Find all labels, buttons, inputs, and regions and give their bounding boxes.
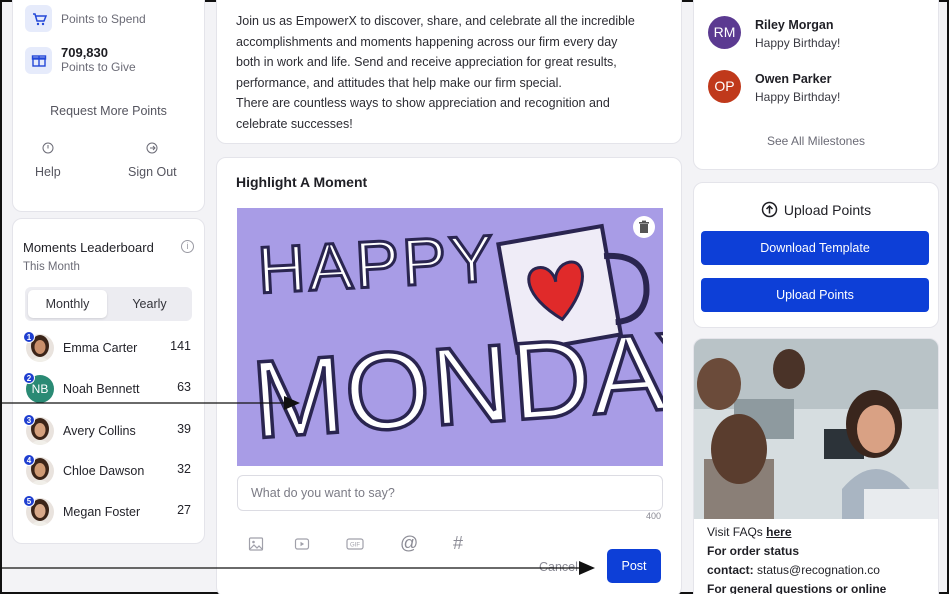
happy-monday-image: HAPPY MONDAY xyxy=(237,208,663,466)
gif-label: GIF xyxy=(350,543,360,549)
points-to-spend-label: Points to Spend xyxy=(61,11,146,26)
highlight-moment-card: Highlight A Moment HAPPY MONDAY What do … xyxy=(216,157,682,594)
welcome-line: both in work and life. Send and receive … xyxy=(236,55,617,69)
download-template-button[interactable]: Download Template xyxy=(701,231,929,265)
contact-email[interactable]: status@recognation.co xyxy=(757,563,880,577)
support-agent-photo xyxy=(694,339,938,519)
leaderboard-name: Avery Collins xyxy=(63,424,136,438)
annotation-arrow xyxy=(2,396,300,410)
request-more-points-link[interactable]: Request More Points xyxy=(13,104,204,118)
gift-icon xyxy=(25,46,52,74)
welcome-card: Join us as EmpowerX to discover, share, … xyxy=(216,0,682,144)
rank-badge: 1 xyxy=(23,331,35,343)
leaderboard-name: Chloe Dawson xyxy=(63,464,145,478)
happy-monday-art: HAPPY MONDAY xyxy=(246,219,663,464)
welcome-line: accomplishments and moments happening ac… xyxy=(236,34,618,49)
upload-points-button[interactable]: Upload Points xyxy=(701,278,929,312)
leaderboard-title: Moments Leaderboard xyxy=(23,240,154,255)
points-to-spend-row: Points to Spend xyxy=(25,5,146,32)
welcome-line: Join us as EmpowerX to discover, share, … xyxy=(236,14,635,28)
leaderboard-row[interactable]: 5 Megan Foster 27 xyxy=(23,495,198,530)
leaderboard-row[interactable]: 1 Emma Carter 141 xyxy=(23,331,198,366)
welcome-line: celebrate successes! xyxy=(236,116,353,131)
sign-out-label: Sign Out xyxy=(128,165,177,179)
message-input[interactable]: What do you want to say? xyxy=(237,475,663,511)
leaderboard-row[interactable]: 4 Chloe Dawson 32 xyxy=(23,454,198,489)
rank-badge: 5 xyxy=(23,495,35,507)
mention-icon[interactable]: @ xyxy=(400,533,418,554)
leaderboard-name: Emma Carter xyxy=(63,341,138,355)
tab-yearly[interactable]: Yearly xyxy=(110,290,189,318)
milestone-message: Happy Birthday! xyxy=(755,36,841,50)
upload-icon xyxy=(761,201,778,218)
milestones-card: RM Riley Morgan Happy Birthday! OP Owen … xyxy=(693,0,939,170)
rank-badge: 2 xyxy=(23,372,35,384)
avatar: OP xyxy=(708,70,741,103)
order-status-label: For order status xyxy=(707,544,800,558)
welcome-text: Join us as EmpowerX to discover, share, … xyxy=(236,11,666,134)
info-icon[interactable]: i xyxy=(181,240,194,253)
contact-label: contact: xyxy=(707,563,754,577)
help-button[interactable]: Help xyxy=(35,141,61,179)
see-all-milestones-link[interactable]: See All Milestones xyxy=(694,134,938,148)
character-count: 400 xyxy=(645,511,661,521)
leaderboard-score: 141 xyxy=(170,339,191,353)
trash-icon xyxy=(639,220,649,233)
happy-text: HAPPY xyxy=(256,221,498,307)
moments-leaderboard: Moments Leaderboard i This Month Monthly… xyxy=(12,218,205,544)
delete-image-button[interactable] xyxy=(633,216,655,238)
milestone-name: Owen Parker xyxy=(755,72,832,86)
milestone-message: Happy Birthday! xyxy=(755,90,841,104)
points-to-give-row: 709,830 Points to Give xyxy=(25,46,136,74)
rank-badge: 4 xyxy=(23,454,35,466)
leaderboard-score: 27 xyxy=(177,503,191,517)
highlight-moment-title: Highlight A Moment xyxy=(236,174,368,190)
general-questions-label: For general questions or online xyxy=(707,582,887,594)
points-card: Points to Spend 709,830 Points to Give R… xyxy=(12,0,205,212)
welcome-line: There are countless ways to show appreci… xyxy=(236,96,610,110)
milestone-item[interactable]: OP Owen Parker Happy Birthday! xyxy=(708,70,928,104)
welcome-line: performance, and attitudes that help mak… xyxy=(236,75,562,90)
points-to-give-value: 709,830 xyxy=(61,45,108,60)
visit-faqs-text: Visit FAQs xyxy=(707,525,763,539)
support-card: Visit FAQs here For order status contact… xyxy=(693,338,939,594)
milestone-item[interactable]: RM Riley Morgan Happy Birthday! xyxy=(708,16,928,50)
tab-monthly[interactable]: Monthly xyxy=(28,290,107,318)
monday-text: MONDAY xyxy=(248,306,663,462)
post-button[interactable]: Post xyxy=(607,549,661,583)
avatar: RM xyxy=(708,16,741,49)
leaderboard-score: 32 xyxy=(177,462,191,476)
upload-points-title: Upload Points xyxy=(694,201,938,218)
leaderboard-row[interactable]: 3 Avery Collins 39 xyxy=(23,414,198,449)
leaderboard-name: Megan Foster xyxy=(63,505,141,519)
faq-link[interactable]: here xyxy=(766,525,791,539)
leaderboard-score: 39 xyxy=(177,422,191,436)
help-label: Help xyxy=(35,165,61,179)
sign-out-icon xyxy=(146,142,158,154)
milestone-name: Riley Morgan xyxy=(755,18,834,32)
annotation-arrow xyxy=(2,561,595,575)
upload-points-card: Upload Points Download Template Upload P… xyxy=(693,182,939,328)
points-to-give-label: Points to Give xyxy=(61,60,136,74)
help-icon xyxy=(42,142,54,154)
upload-points-title-text: Upload Points xyxy=(783,202,872,218)
hashtag-icon[interactable]: # xyxy=(453,533,463,554)
period-toggle: Monthly Yearly xyxy=(25,287,192,321)
support-info: Visit FAQs here For order status contact… xyxy=(707,523,937,594)
cart-icon xyxy=(25,5,52,32)
sign-out-button[interactable]: Sign Out xyxy=(128,141,177,179)
leaderboard-subtitle: This Month xyxy=(23,261,80,273)
